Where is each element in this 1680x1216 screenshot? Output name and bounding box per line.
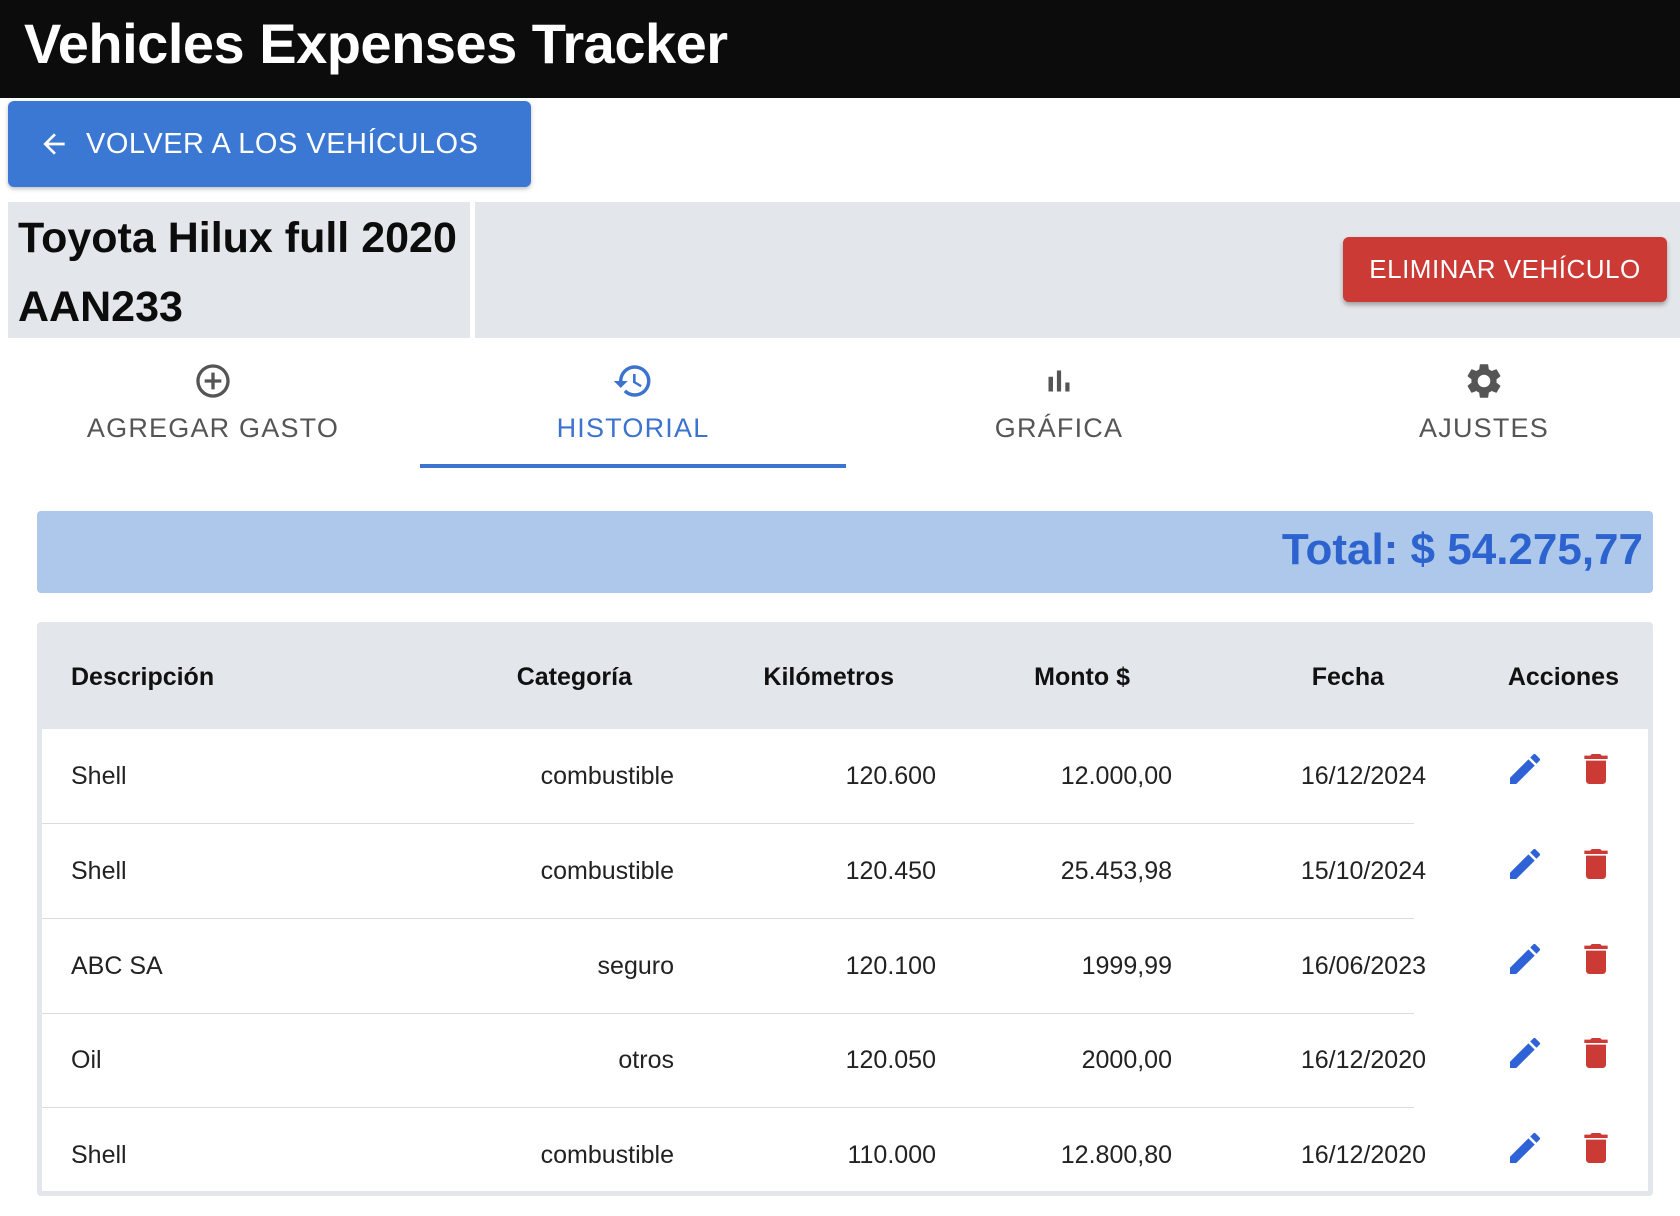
edit-expense-button[interactable] [1503, 747, 1547, 791]
history-icon [613, 365, 651, 397]
tab-add-expense[interactable]: AGREGAR GASTO [0, 357, 426, 467]
cell-amount: 25.453,98 [1060, 857, 1172, 885]
delete-vehicle-button[interactable]: ELIMINAR VEHÍCULO [1343, 237, 1667, 302]
cell-amount: 12.000,00 [1060, 762, 1172, 790]
cell-date: 16/12/2024 [1300, 762, 1426, 790]
cell-description: Shell [71, 1141, 127, 1169]
delete-expense-button[interactable] [1574, 1126, 1618, 1170]
cell-amount: 2000,00 [1081, 1046, 1172, 1074]
tab-history[interactable]: HISTORIAL [420, 357, 846, 467]
delete-expense-button[interactable] [1574, 937, 1618, 981]
arrow-left-icon [43, 133, 65, 155]
column-header-description: Descripción [71, 663, 215, 691]
cell-category: otros [618, 1046, 674, 1074]
tab-label: HISTORIAL [556, 413, 710, 443]
cell-description: Shell [71, 857, 127, 885]
tab-chart[interactable]: GRÁFICA [846, 357, 1272, 467]
table-row: Shell combustible 110.000 12.800,80 16/12/20… [42, 1108, 1648, 1203]
trash-icon [1584, 1038, 1608, 1068]
pencil-icon [1510, 943, 1541, 974]
cell-kilometers: 120.600 [845, 762, 936, 790]
trash-icon [1584, 1133, 1608, 1163]
trash-icon [1584, 944, 1608, 974]
total-amount: Total: $ 54.275,77 [1281, 525, 1643, 574]
cell-category: combustible [540, 857, 674, 885]
cell-kilometers: 120.100 [845, 952, 936, 980]
column-header-category: Categoría [516, 663, 632, 691]
edit-expense-button[interactable] [1503, 1126, 1547, 1170]
pencil-icon [1510, 1132, 1541, 1163]
cell-date: 16/12/2020 [1300, 1046, 1426, 1074]
pencil-icon [1510, 753, 1541, 784]
table-row: Oil otros 120.050 2000,00 16/12/2020 [42, 1013, 1648, 1108]
cell-kilometers: 120.050 [845, 1046, 936, 1074]
vehicle-info: Toyota Hilux full 2020 AAN233 [8, 202, 470, 338]
trash-icon [1584, 754, 1608, 784]
cell-category: combustible [540, 762, 674, 790]
delete-expense-button[interactable] [1574, 1031, 1618, 1075]
pencil-icon [1510, 1037, 1541, 1068]
cell-kilometers: 110.000 [847, 1141, 936, 1169]
cell-date: 16/06/2023 [1300, 952, 1426, 980]
app-title: Vehicles Expenses Tracker [24, 12, 728, 75]
vehicle-name: Toyota Hilux full 2020 [18, 214, 457, 262]
table-row: Shell combustible 120.600 12.000,00 16/12/20… [42, 729, 1648, 824]
tab-label: AJUSTES [1419, 413, 1549, 443]
trash-icon [1584, 849, 1608, 879]
table-row: Shell combustible 120.450 25.453,98 15/10/20… [42, 824, 1648, 919]
delete-expense-button[interactable] [1574, 842, 1618, 886]
tab-settings[interactable]: AJUSTES [1271, 357, 1680, 467]
cell-amount: 12.800,80 [1060, 1141, 1172, 1169]
cell-amount: 1999,99 [1081, 952, 1172, 980]
gear-icon [1467, 364, 1501, 398]
vehicle-plate: AAN233 [18, 283, 183, 331]
column-header-date: Fecha [1311, 663, 1384, 691]
edit-expense-button[interactable] [1503, 1031, 1547, 1075]
app-header: Vehicles Expenses Tracker [0, 0, 1680, 98]
cell-date: 16/12/2020 [1300, 1141, 1426, 1169]
edit-expense-button[interactable] [1503, 842, 1547, 886]
cell-kilometers: 120.450 [845, 857, 936, 885]
tab-label: AGREGAR GASTO [86, 413, 340, 443]
table-row: ABC SA seguro 120.100 1999,99 16/06/2023 [42, 919, 1648, 1014]
cell-description: ABC SA [71, 952, 163, 980]
edit-expense-button[interactable] [1503, 937, 1547, 981]
back-to-vehicles-button[interactable]: VOLVER A LOS VEHÍCULOS [8, 101, 531, 187]
delete-expense-button[interactable] [1574, 747, 1618, 791]
cell-description: Shell [71, 762, 127, 790]
pencil-icon [1510, 848, 1541, 879]
back-button-label: VOLVER A LOS VEHÍCULOS [86, 127, 479, 160]
column-header-kilometers: Kilómetros [763, 663, 894, 691]
cell-category: combustible [540, 1141, 674, 1169]
tab-label: GRÁFICA [994, 413, 1124, 443]
total-summary: Total: $ 54.275,77 [37, 511, 1653, 593]
active-tab-indicator [420, 464, 846, 468]
add-circle-icon [196, 364, 230, 398]
cell-description: Oil [71, 1046, 102, 1074]
cell-date: 15/10/2024 [1300, 857, 1426, 885]
cell-category: seguro [597, 952, 674, 980]
column-header-amount: Monto $ [1034, 663, 1130, 691]
column-header-actions: Acciones [1507, 663, 1619, 691]
bar-chart-icon [1048, 370, 1070, 392]
